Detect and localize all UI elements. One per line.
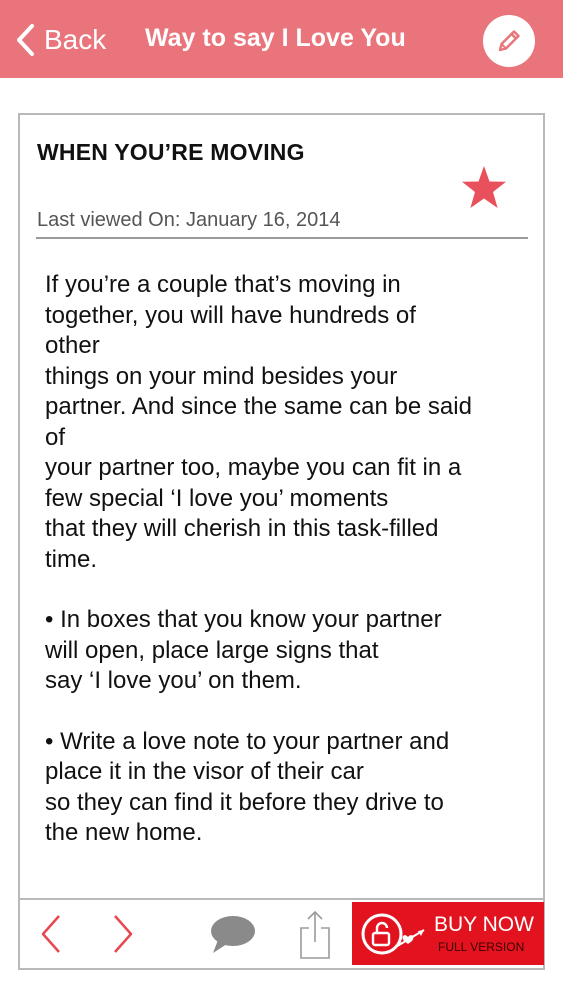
back-button[interactable]: Back <box>14 20 106 60</box>
article-paragraph: • Write a love note to your partner and … <box>45 727 450 847</box>
edit-button[interactable] <box>483 15 535 67</box>
divider <box>36 237 528 239</box>
last-viewed-date: Last viewed On: January 16, 2014 <box>37 209 341 231</box>
cupid-unlock-icon <box>361 913 425 955</box>
navigation-bar: Back Way to say I Love You <box>0 0 563 78</box>
article-title: WHEN YOU’RE MOVING <box>37 139 305 165</box>
article-paragraph: If you’re a couple that’s moving in toge… <box>45 271 472 573</box>
chevron-right-icon <box>114 915 133 953</box>
buy-now-button[interactable]: BUY NOW FULL VERSION <box>352 902 544 965</box>
full-version-label: FULL VERSION <box>438 940 525 954</box>
back-label: Back <box>44 24 107 55</box>
speech-bubble-icon <box>211 916 255 953</box>
comment-button[interactable] <box>208 914 256 956</box>
previous-button[interactable] <box>36 912 66 956</box>
article-paragraph: • In boxes that you know your partner wi… <box>45 606 442 694</box>
article-card: WHEN YOU’RE MOVING Last viewed On: Janua… <box>18 113 545 970</box>
next-button[interactable] <box>108 912 138 956</box>
chevron-left-icon <box>41 915 60 953</box>
page-title: Way to say I Love You <box>145 24 406 52</box>
buy-now-label: BUY NOW <box>434 913 534 936</box>
star-icon[interactable] <box>461 165 507 209</box>
share-button[interactable] <box>298 908 332 960</box>
article-body: If you’re a couple that’s moving in toge… <box>45 270 520 879</box>
share-icon <box>300 910 330 959</box>
chevron-left-icon <box>17 24 34 56</box>
pencil-icon <box>498 30 520 52</box>
